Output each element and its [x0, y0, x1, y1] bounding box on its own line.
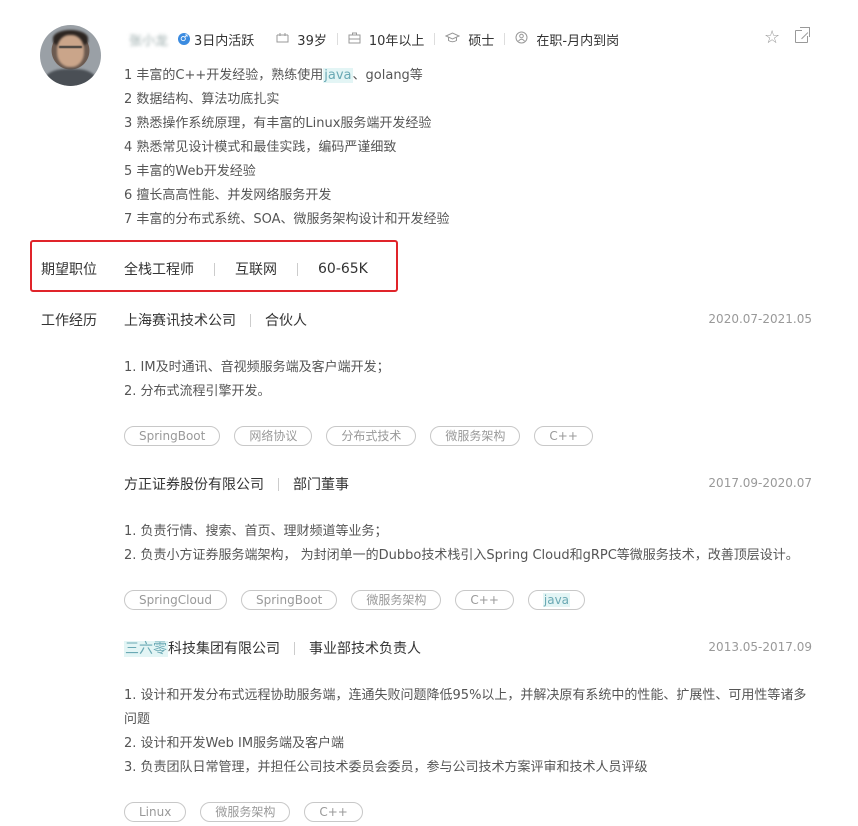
summary-line: 7 丰富的分布式系统、SOA、微服务架构设计和开发经验	[124, 212, 450, 227]
briefcase-icon	[348, 32, 361, 47]
skill-tag[interactable]: 分布式技术	[326, 426, 417, 446]
company-name: 方正证券股份有限公司	[124, 477, 264, 493]
male-icon: ♂	[178, 33, 191, 45]
job-desc-line: 1. 设计和开发分布式远程协助服务端，连通失败问题降低95%以上，并解决原有系统…	[124, 688, 807, 703]
graduation-cap-icon	[445, 32, 461, 46]
summary-line: 2 数据结构、算法功底扎实	[124, 92, 280, 107]
expected-position: 全栈工程师	[124, 262, 194, 278]
summary-line: 5 丰富的Web开发经验	[124, 164, 256, 179]
job-title: 部门董事	[293, 477, 349, 493]
job-date: 2020.07-2021.05	[708, 312, 812, 326]
candidate-name: 张小龙	[129, 33, 169, 49]
expected-salary: 60-65K	[318, 261, 368, 277]
job-desc-line: 3. 负责团队日常管理，并担任公司技术委员会委员，参与公司技术方案评审和技术人员…	[124, 760, 648, 775]
summary-line: 1 丰富的C++开发经验，熟练使用java、golang等	[124, 68, 423, 83]
company-name: 三六零科技集团有限公司	[124, 641, 280, 657]
summary-line: 6 擅长高高性能、并发网络服务开发	[124, 188, 332, 203]
skill-tag[interactable]: 微服务架构	[200, 802, 291, 822]
skill-tag[interactable]: java	[527, 590, 586, 610]
job-desc-line: 1. IM及时通讯、音视频服务端及客户端开发；	[124, 360, 390, 375]
job-date: 2017.09-2020.07	[708, 476, 812, 490]
skill-tag[interactable]: C++	[455, 590, 514, 610]
skill-tag[interactable]: SpringBoot	[124, 426, 221, 446]
job-desc-line: 1. 负责行情、搜索、首页、理财频道等业务；	[124, 524, 388, 539]
job-status: 在职-月内到岗	[536, 33, 620, 49]
skill-tag[interactable]: 网络协议	[234, 426, 313, 446]
summary-line: 3 熟悉操作系统原理，有丰富的Linux服务端开发经验	[124, 116, 432, 131]
expected-position-label: 期望职位	[41, 262, 97, 278]
work-experience-label: 工作经历	[41, 313, 97, 329]
experience-years: 10年以上	[368, 33, 425, 49]
status-icon	[515, 31, 528, 47]
skill-tag[interactable]: C++	[534, 426, 593, 446]
job-entry: 三六零科技集团有限公司 事业部技术负责人 2013.05-2017.09 1. …	[124, 638, 814, 822]
skill-tag[interactable]: 微服务架构	[351, 590, 442, 610]
skill-tag[interactable]: C++	[304, 802, 363, 822]
job-title: 合伙人	[265, 313, 307, 329]
job-date: 2013.05-2017.09	[708, 640, 812, 654]
skill-tag[interactable]: SpringBoot	[241, 590, 338, 610]
age: 39岁	[297, 33, 327, 49]
skill-tag[interactable]: 微服务架构	[430, 426, 521, 446]
candidate-info-row: 张小龙 ♂ 3日内活跃 39岁 10年以上 硕士 在职-月内到岗	[129, 29, 619, 49]
star-icon[interactable]: ☆	[764, 28, 780, 48]
job-desc-line: 问题	[124, 712, 151, 727]
active-status: 3日内活跃	[194, 33, 255, 49]
expected-industry: 互联网	[235, 262, 277, 278]
job-desc-line: 2. 分布式流程引擎开发。	[124, 384, 271, 399]
expected-position-row: 全栈工程师 互联网 60-65K	[124, 259, 368, 279]
job-entry: 方正证券股份有限公司 部门董事 2017.09-2020.07 1. 负责行情、…	[124, 474, 814, 610]
job-title: 事业部技术负责人	[309, 641, 421, 657]
skill-tag[interactable]: Linux	[124, 802, 187, 822]
job-entry: 上海赛讯技术公司 合伙人 2020.07-2021.05 1. IM及时通讯、音…	[124, 310, 814, 446]
external-link-icon[interactable]	[795, 27, 810, 43]
summary-line: 4 熟悉常见设计模式和最佳实践，编码严谨细致	[124, 140, 397, 155]
self-summary: 1 丰富的C++开发经验，熟练使用java、golang等 2 数据结构、算法功…	[124, 64, 450, 232]
job-desc-line: 2. 设计和开发Web IM服务端及客户端	[124, 736, 345, 751]
avatar	[40, 25, 101, 86]
company-name: 上海赛讯技术公司	[124, 313, 236, 329]
degree: 硕士	[468, 33, 495, 49]
job-desc-line: 2. 负责小方证券服务端架构， 为封闭单一的Dubbo技术栈引入Spring C…	[124, 548, 799, 563]
calendar-icon	[276, 32, 289, 46]
skill-tag[interactable]: SpringCloud	[124, 590, 228, 610]
